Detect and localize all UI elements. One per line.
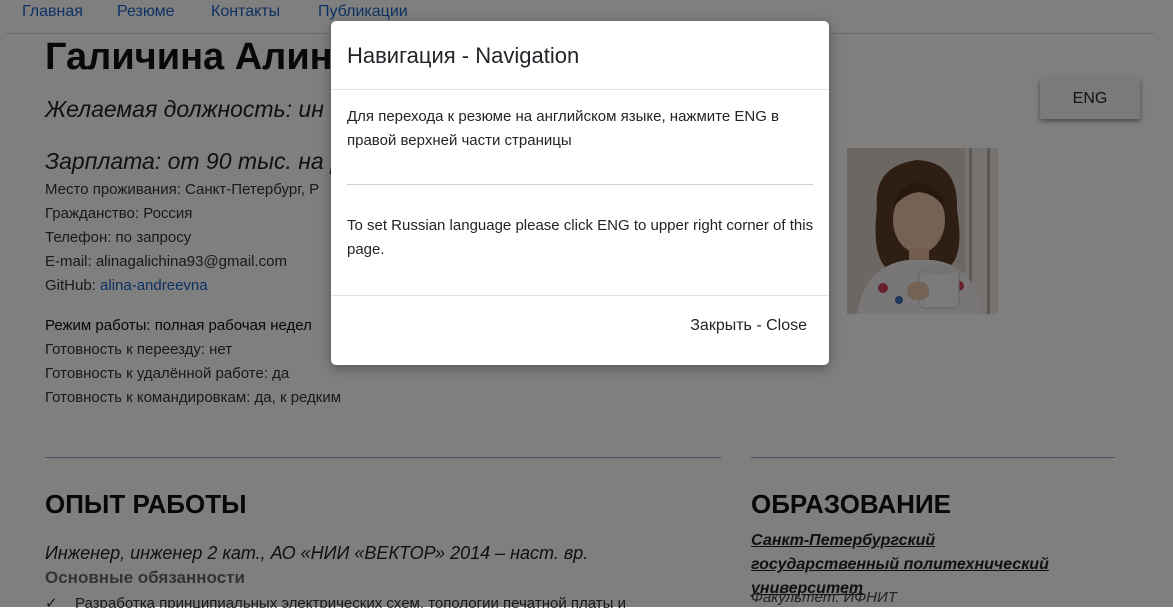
modal-text-en: To set Russian language please click ENG…	[347, 217, 814, 258]
close-button[interactable]: Закрыть - Close	[690, 317, 807, 335]
modal-text-divider	[347, 184, 813, 185]
modal-text-ru: Для перехода к резюме на английском язык…	[347, 108, 780, 149]
modal-footer-divider	[331, 295, 829, 296]
navigation-modal: Навигация - Navigation Для перехода к ре…	[331, 21, 829, 365]
modal-header-divider	[331, 89, 829, 90]
modal-title: Навигация - Navigation	[347, 43, 580, 68]
